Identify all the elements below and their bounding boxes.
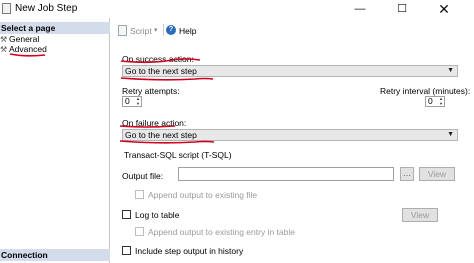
retry-interval-stepper[interactable]: 0 ▲ ▼ <box>425 96 445 107</box>
window-icon <box>2 3 11 14</box>
script-icon <box>118 25 127 36</box>
on-success-label: On success action: <box>122 54 194 64</box>
append-output-label: Append output to existing file <box>148 190 258 200</box>
output-file-input[interactable] <box>178 167 394 181</box>
close-button[interactable]: ✕ <box>426 0 462 18</box>
on-success-select[interactable]: Go to the next step ▼ <box>122 65 458 77</box>
select-page-header: Select a page <box>0 22 110 34</box>
on-failure-select[interactable]: Go to the next step ▼ <box>122 129 458 141</box>
include-history-checkbox[interactable] <box>122 246 131 255</box>
script-button[interactable]: Script <box>130 26 152 36</box>
retry-attempts-stepper[interactable]: 0 ▲ ▼ <box>122 96 142 107</box>
retry-interval-value: 0 <box>428 96 433 106</box>
on-success-value: Go to the next step <box>125 66 197 76</box>
retry-interval-label: Retry interval (minutes): <box>380 86 471 96</box>
window-title: New Job Step <box>15 3 78 14</box>
retry-attempts-label: Retry attempts: <box>122 86 180 96</box>
chevron-down-icon[interactable]: ▾ <box>154 26 158 34</box>
new-job-step-dialog: New Job Step — ☐ ✕ Select a page ⚒ Genera… <box>0 0 474 263</box>
toolbar-separator <box>163 24 164 36</box>
include-history-label: Include step output in history <box>135 246 244 256</box>
output-file-label: Output file: <box>122 171 164 181</box>
sidebar-item-advanced[interactable]: ⚒ Advanced <box>0 44 47 55</box>
append-entry-label: Append output to existing entry in table <box>148 227 295 237</box>
help-icon[interactable]: ? <box>166 25 176 35</box>
on-failure-value: Go to the next step <box>125 130 197 140</box>
page-wrench-icon: ⚒ <box>0 45 8 54</box>
spin-arrows-icon: ▲ ▼ <box>136 96 140 106</box>
retry-attempts-value: 0 <box>125 96 130 106</box>
browse-button[interactable]: … <box>400 167 414 181</box>
append-entry-checkbox[interactable] <box>135 227 144 236</box>
help-button[interactable]: Help <box>179 26 196 36</box>
sidebar-item-label: Advanced <box>9 44 47 54</box>
append-output-checkbox[interactable] <box>135 190 144 199</box>
minimize-button[interactable]: — <box>342 0 378 18</box>
connection-header: Connection <box>0 249 110 261</box>
tsql-section-label: Transact-SQL script (T-SQL) <box>124 150 232 160</box>
log-to-table-label: Log to table <box>135 210 180 220</box>
sidebar-item-label: General <box>9 34 40 44</box>
maximize-button[interactable]: ☐ <box>384 0 420 18</box>
log-to-table-checkbox[interactable] <box>122 210 131 219</box>
chevron-down-icon: ▼ <box>447 67 454 74</box>
on-failure-label: On failure action: <box>122 118 187 128</box>
view-log-table-button[interactable]: View <box>402 208 438 222</box>
view-output-file-button[interactable]: View <box>419 167 455 181</box>
underline-success-value <box>120 77 214 81</box>
underline-failure-value <box>119 140 215 144</box>
spin-arrows-icon: ▲ ▼ <box>439 96 443 106</box>
chevron-down-icon: ▼ <box>447 131 454 138</box>
